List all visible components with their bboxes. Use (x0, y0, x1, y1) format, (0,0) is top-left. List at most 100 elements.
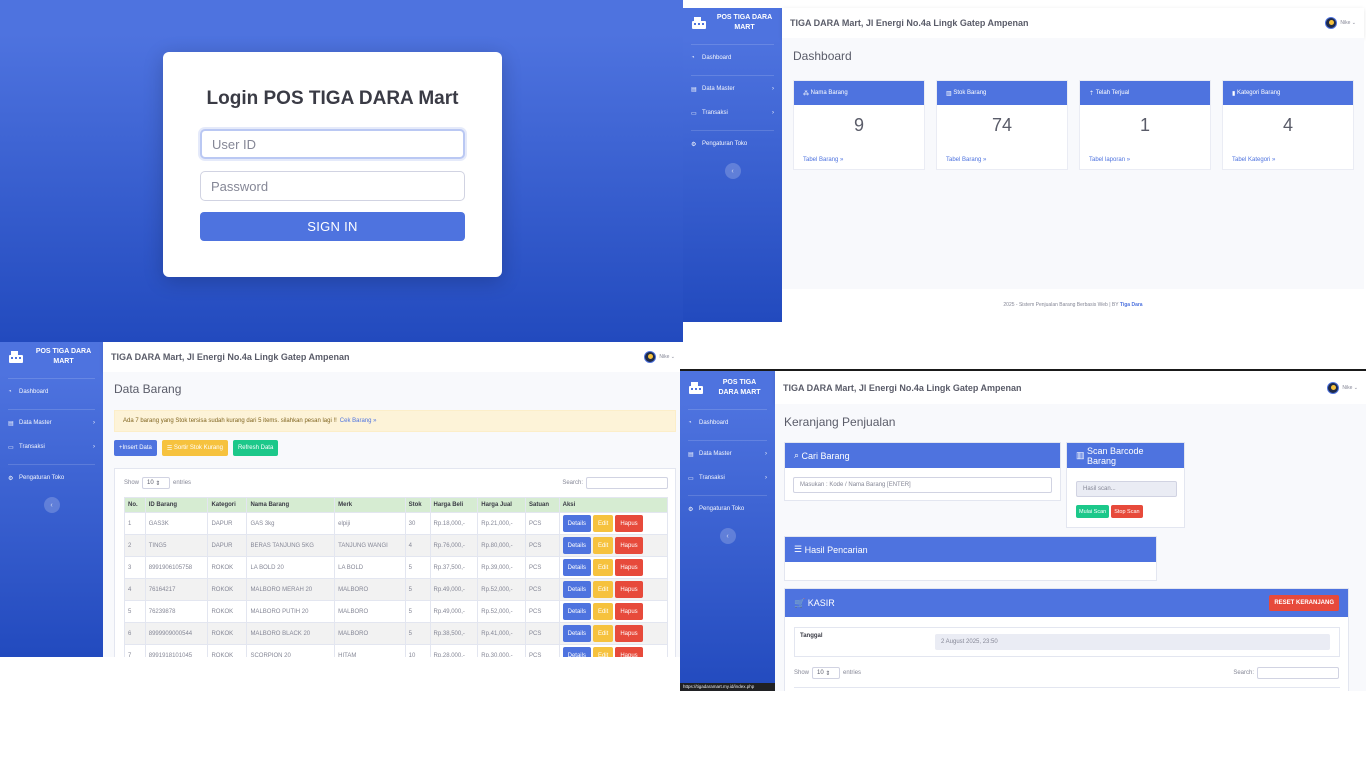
stat-link[interactable]: Tabel Barang » (803, 157, 843, 163)
sidebar-toggle-button[interactable]: ‹ (724, 163, 741, 179)
hapus-button[interactable]: Hapus (615, 515, 643, 532)
footer-brand[interactable]: Tiga Dara (1120, 302, 1143, 308)
cek-barang-link[interactable]: Cek Barang » (340, 418, 377, 424)
column-header[interactable]: ID Barang (144, 497, 209, 513)
edit-button[interactable]: Edit (592, 581, 614, 598)
chevron-left-icon: ‹ (726, 532, 729, 540)
hapus-button[interactable]: Hapus (615, 647, 643, 657)
stat-link[interactable]: Tabel Kategori » (1232, 157, 1275, 163)
column-header[interactable]: Harga Beli (429, 497, 479, 513)
aksi-buttons: Details Edit Hapus (562, 537, 664, 554)
edit-button[interactable]: Edit (592, 559, 614, 576)
table-cell: 7 (124, 644, 146, 657)
edit-button[interactable]: Edit (592, 515, 614, 532)
user-menu[interactable]: Nike ⌄ (1327, 381, 1358, 394)
column-header[interactable]: Stok (404, 497, 431, 513)
table-cell: 5 (404, 578, 431, 601)
details-button[interactable]: Details (562, 515, 591, 532)
cari-barang-card: ⌕ Cari Barang Masukan : Kode / Nama Bara… (784, 442, 1061, 501)
table-cell: BERAS TANJUNG 5KG (246, 534, 336, 557)
table-cell: HITAM (334, 644, 406, 657)
sidebar-item-transaksi[interactable]: ▭ Transaksi › (0, 440, 103, 454)
scan-barcode-card: ▥ Scan Barcode Barang Hasil scan... Mula… (1066, 442, 1185, 528)
scan-barcode-header: ▥ Scan Barcode Barang (1067, 443, 1184, 468)
brand[interactable]: POS TIGA DARA MART (683, 8, 782, 38)
table-cell: 4 (124, 578, 146, 601)
stat-link[interactable]: Tabel Barang » (946, 157, 986, 163)
column-header[interactable]: Satuan (525, 497, 560, 513)
column-header[interactable]: No. (124, 497, 146, 513)
edit-button[interactable]: Edit (592, 537, 614, 554)
details-button[interactable]: Details (562, 581, 591, 598)
entries-select[interactable]: 10 ⇕ (812, 667, 841, 679)
details-button[interactable]: Details (562, 647, 591, 657)
sidebar-item-pengaturan[interactable]: ⚙ Pengaturan Toko (0, 471, 103, 485)
search-input[interactable] (1257, 667, 1339, 679)
user-id-input[interactable] (200, 129, 465, 159)
search-input[interactable] (586, 477, 668, 489)
sidebar-toggle-button[interactable]: ‹ (719, 528, 736, 544)
table-cell: 8991918101045 (144, 644, 209, 657)
table-cell: Rp.21,000,- (477, 512, 527, 535)
hapus-button[interactable]: Hapus (615, 581, 643, 598)
edit-button[interactable]: Edit (592, 625, 614, 642)
stat-link[interactable]: Tabel laporan » (1089, 157, 1130, 163)
sidebar-item-dashboard[interactable]: ◔ Dashboard (683, 51, 782, 65)
chevron-right-icon: › (765, 475, 767, 481)
data-barang-table: No. ID Barang Kategori Nama Barang Merk Stok H… (124, 497, 669, 657)
brand[interactable]: POS TIGA DARA MART (680, 373, 775, 403)
toolbar: + Insert Data ☰ Sortir Stok Kurang Refres… (114, 440, 279, 456)
sidebar-item-pengaturan[interactable]: ⚙ Pengaturan Toko (683, 137, 782, 151)
edit-button[interactable]: Edit (592, 647, 614, 657)
column-header[interactable]: Kategori (207, 497, 248, 513)
sidebar-item-dashboard[interactable]: ◔ Dashboard (680, 416, 775, 430)
sortir-stok-button[interactable]: ☰ Sortir Stok Kurang (161, 440, 228, 456)
sidebar-item-transaksi[interactable]: ▭ Transaksi › (680, 471, 775, 485)
user-menu[interactable]: Nike ⌄ (644, 351, 675, 363)
column-header[interactable]: Merk (334, 497, 406, 513)
dashboard-screen: POS TIGA DARA MART ◔ Dashboard ▤ Data Mast… (683, 0, 1366, 322)
entries-select[interactable]: 10 ⇕ (142, 477, 171, 489)
brand[interactable]: POS TIGA DARA MART (0, 342, 103, 372)
sidebar-item-transaksi[interactable]: ▭ Transaksi › (683, 106, 782, 120)
sidebar-item-pengaturan[interactable]: ⚙ Pengaturan Toko (680, 502, 775, 516)
table-cell: 3 (124, 556, 146, 579)
sidebar-item-data-master[interactable]: ▤ Data Master › (0, 416, 103, 430)
database-icon: ▤ (8, 420, 14, 427)
column-header[interactable]: Harga Jual (477, 497, 527, 513)
sidebar-item-label: Transaksi (19, 444, 45, 450)
hasil-scan-input[interactable]: Hasil scan... (1076, 481, 1177, 497)
column-header[interactable]: Nama Barang (246, 497, 336, 513)
sidebar-item-label: Transaksi (699, 475, 725, 481)
hapus-button[interactable]: Hapus (615, 559, 643, 576)
sidebar-item-data-master[interactable]: ▤ Data Master › (683, 82, 782, 96)
reset-keranjang-button[interactable]: RESET KERANJANG (1269, 595, 1339, 611)
hapus-button[interactable]: Hapus (615, 537, 643, 554)
desktop-icon: ▭ (688, 475, 694, 482)
insert-data-button[interactable]: + Insert Data (114, 440, 157, 456)
hapus-button[interactable]: Hapus (615, 625, 643, 642)
refresh-data-button[interactable]: Refresh Data (232, 440, 279, 456)
table-cell: Rp.41,000,- (477, 622, 527, 645)
hapus-button[interactable]: Hapus (615, 603, 643, 620)
user-menu[interactable]: Nike ⌄ (1325, 17, 1356, 29)
edit-button[interactable]: Edit (592, 603, 614, 620)
sign-in-button[interactable]: SIGN IN (200, 212, 465, 241)
stop-scan-button[interactable]: Stop Scan (1111, 505, 1143, 518)
password-input[interactable] (200, 171, 465, 201)
mulai-scan-button[interactable]: Mulai Scan (1076, 505, 1110, 518)
table-cell: PCS (525, 622, 560, 645)
sidebar-item-data-master[interactable]: ▤ Data Master › (680, 447, 775, 461)
details-button[interactable]: Details (562, 537, 591, 554)
sidebar-item-label: Dashboard (19, 389, 49, 395)
kasir-header: 🛒 KASIR RESET KERANJANG (785, 589, 1348, 617)
details-button[interactable]: Details (562, 559, 591, 576)
sidebar-toggle-button[interactable]: ‹ (43, 497, 60, 513)
column-header[interactable]: Aksi (558, 497, 669, 513)
sidebar-item-dashboard[interactable]: ◔ Dashboard (0, 385, 103, 399)
cogs-icon: ⚙ (688, 506, 694, 513)
details-button[interactable]: Details (562, 603, 591, 620)
details-button[interactable]: Details (562, 625, 591, 642)
cari-barang-input[interactable]: Masukan : Kode / Nama Barang [ENTER] (793, 477, 1052, 493)
cek-barang-label: Cek Barang (339, 418, 372, 424)
